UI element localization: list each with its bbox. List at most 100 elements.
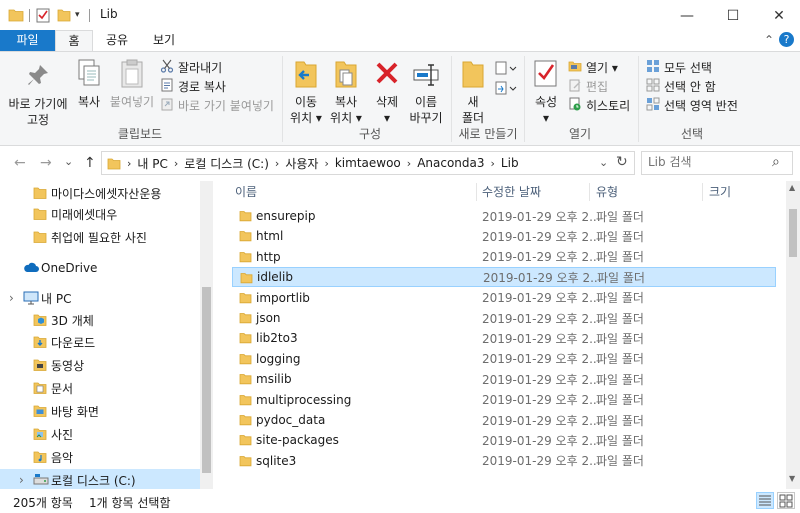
- copy-path-button[interactable]: 경로 복사: [160, 77, 226, 95]
- file-row[interactable]: idlelib 2019-01-29 오후 2... 파일 폴더: [232, 267, 776, 288]
- scroll-down-icon[interactable]: ▼: [789, 474, 795, 483]
- search-icon[interactable]: ⌕: [772, 154, 780, 170]
- pin-quick-access-button[interactable]: 바로 가기에 고정: [6, 62, 70, 128]
- file-row[interactable]: lib2to3 2019-01-29 오후 2... 파일 폴더: [232, 328, 776, 348]
- file-row[interactable]: site-packages 2019-01-29 오후 2... 파일 폴더: [232, 430, 776, 450]
- address-bar[interactable]: › 내 PC › 로컬 디스크 (C:) › 사용자 › kimtaewoo ›…: [101, 151, 635, 175]
- scroll-up-icon[interactable]: ▲: [789, 183, 795, 192]
- new-folder-quick-icon[interactable]: [57, 8, 71, 25]
- delete-button[interactable]: 삭제 ▾: [370, 58, 404, 126]
- breadcrumb-local-disk[interactable]: 로컬 디스크 (C:): [184, 155, 269, 172]
- column-header-type[interactable]: 유형: [596, 181, 618, 203]
- file-row[interactable]: multiprocessing 2019-01-29 오후 2... 파일 폴더: [232, 390, 776, 410]
- pin-label: 바로 가기에 고정: [8, 97, 68, 127]
- rename-button[interactable]: 이름 바꾸기: [406, 58, 446, 126]
- copy-button[interactable]: 복사: [72, 58, 106, 110]
- tab-file[interactable]: 파일: [0, 30, 55, 51]
- file-row[interactable]: json 2019-01-29 오후 2... 파일 폴더: [232, 308, 776, 328]
- folder-icon: [239, 251, 252, 266]
- properties-icon: [532, 58, 560, 94]
- nav-item[interactable]: 바탕 화면: [0, 400, 200, 422]
- file-row[interactable]: logging 2019-01-29 오후 2... 파일 폴더: [232, 349, 776, 369]
- file-row[interactable]: html 2019-01-29 오후 2... 파일 폴더: [232, 226, 776, 246]
- minimize-button[interactable]: —: [664, 0, 710, 31]
- up-arrow-icon[interactable]: ↑: [84, 155, 96, 171]
- large-icons-view-button[interactable]: [777, 492, 795, 509]
- new-item-button[interactable]: [495, 60, 517, 78]
- breadcrumb-separator[interactable]: ›: [491, 157, 495, 170]
- breadcrumb-separator[interactable]: ›: [275, 157, 279, 170]
- nav-item[interactable]: 음악: [0, 446, 200, 468]
- tab-view[interactable]: 보기: [143, 30, 185, 51]
- select-all-button[interactable]: 모두 선택: [646, 58, 712, 76]
- forward-arrow-icon[interactable]: →: [40, 155, 52, 171]
- nav-item[interactable]: › 내 PC: [0, 287, 200, 309]
- breadcrumb-separator[interactable]: ›: [407, 157, 411, 170]
- search-box: ⌕: [641, 151, 793, 175]
- maximize-button[interactable]: ☐: [710, 0, 756, 31]
- expand-chevron-icon[interactable]: ›: [9, 291, 14, 305]
- help-icon[interactable]: ?: [779, 32, 794, 47]
- nav-item[interactable]: 문서: [0, 377, 200, 399]
- select-none-button[interactable]: 선택 안 함: [646, 77, 716, 95]
- column-header-date[interactable]: 수정한 날짜: [482, 181, 541, 203]
- recent-locations-icon[interactable]: ⌄: [64, 155, 73, 168]
- clipboard-group-label: 클립보드: [117, 127, 163, 141]
- file-type: 파일 폴더: [596, 291, 644, 306]
- cut-button[interactable]: 잘라내기: [160, 58, 222, 76]
- breadcrumb-anaconda[interactable]: Anaconda3: [417, 156, 484, 170]
- invert-selection-button[interactable]: 선택 영역 반전: [646, 96, 738, 114]
- paste-shortcut-button[interactable]: 바로 가기 붙여넣기: [160, 96, 274, 114]
- easy-access-button[interactable]: [495, 80, 517, 98]
- new-folder-button[interactable]: 새 폴더: [456, 58, 490, 126]
- refresh-icon[interactable]: ↻: [616, 154, 628, 170]
- properties-button[interactable]: 속성 ▾: [530, 58, 562, 126]
- file-list-scrollbar-thumb[interactable]: [789, 209, 797, 257]
- column-header-name[interactable]: 이름: [235, 181, 257, 203]
- collapse-ribbon-icon[interactable]: ⌃: [764, 33, 774, 47]
- nav-item[interactable]: OneDrive: [0, 257, 200, 279]
- nav-item[interactable]: 미래에셋대우: [0, 203, 200, 225]
- breadcrumb-pc[interactable]: 내 PC: [137, 155, 167, 172]
- copy-to-button[interactable]: 복사 위치 ▾: [328, 58, 364, 126]
- file-row[interactable]: importlib 2019-01-29 오후 2... 파일 폴더: [232, 288, 776, 308]
- search-input[interactable]: [648, 155, 768, 169]
- history-button[interactable]: 히스토리: [568, 96, 630, 114]
- move-to-button[interactable]: 이동 위치 ▾: [288, 58, 324, 126]
- column-header-size[interactable]: 크기: [709, 181, 731, 203]
- file-row[interactable]: ensurepip 2019-01-29 오후 2... 파일 폴더: [232, 206, 776, 226]
- properties-quick-icon[interactable]: [36, 8, 51, 26]
- nav-item[interactable]: 3D 개체: [0, 309, 200, 331]
- breadcrumb-lib[interactable]: Lib: [501, 156, 519, 170]
- file-row[interactable]: msilib 2019-01-29 오후 2... 파일 폴더: [232, 369, 776, 389]
- customize-quick-access-icon[interactable]: ▾: [75, 10, 80, 20]
- address-dropdown-icon[interactable]: ⌄: [599, 156, 608, 169]
- nav-scrollbar-thumb[interactable]: [202, 287, 211, 473]
- file-modified-date: 2019-01-29 오후 2...: [482, 250, 601, 265]
- breadcrumb-separator[interactable]: ›: [324, 157, 328, 170]
- file-list-scrollbar[interactable]: ▲ ▼: [786, 181, 800, 489]
- file-row[interactable]: http 2019-01-29 오후 2... 파일 폴더: [232, 247, 776, 267]
- edit-icon: [568, 78, 582, 95]
- nav-item[interactable]: 동영상: [0, 354, 200, 376]
- nav-item[interactable]: 취업에 필요한 사진: [0, 226, 200, 248]
- nav-item[interactable]: 사진: [0, 423, 200, 445]
- nav-item[interactable]: › 로컬 디스크 (C:): [0, 469, 200, 489]
- file-row[interactable]: sqlite3 2019-01-29 오후 2... 파일 폴더: [232, 451, 776, 471]
- close-button[interactable]: ✕: [756, 0, 800, 31]
- edit-button[interactable]: 편집: [568, 77, 608, 95]
- nav-item[interactable]: 다운로드: [0, 331, 200, 353]
- file-row[interactable]: pydoc_data 2019-01-29 오후 2... 파일 폴더: [232, 410, 776, 430]
- tab-home[interactable]: 홈: [55, 30, 93, 52]
- breadcrumb-separator[interactable]: ›: [174, 157, 178, 170]
- paste-button[interactable]: 붙여넣기: [108, 58, 156, 110]
- details-view-button[interactable]: [756, 492, 774, 509]
- open-button[interactable]: 열기 ▾: [568, 58, 618, 76]
- nav-scrollbar[interactable]: [200, 181, 213, 489]
- breadcrumb-users[interactable]: 사용자: [285, 155, 318, 172]
- nav-item[interactable]: 마이다스에셋자산운용: [0, 182, 200, 204]
- expand-chevron-icon[interactable]: ›: [19, 473, 24, 487]
- tab-share[interactable]: 공유: [97, 30, 137, 51]
- back-arrow-icon[interactable]: ←: [14, 155, 26, 171]
- breadcrumb-user[interactable]: kimtaewoo: [335, 156, 401, 170]
